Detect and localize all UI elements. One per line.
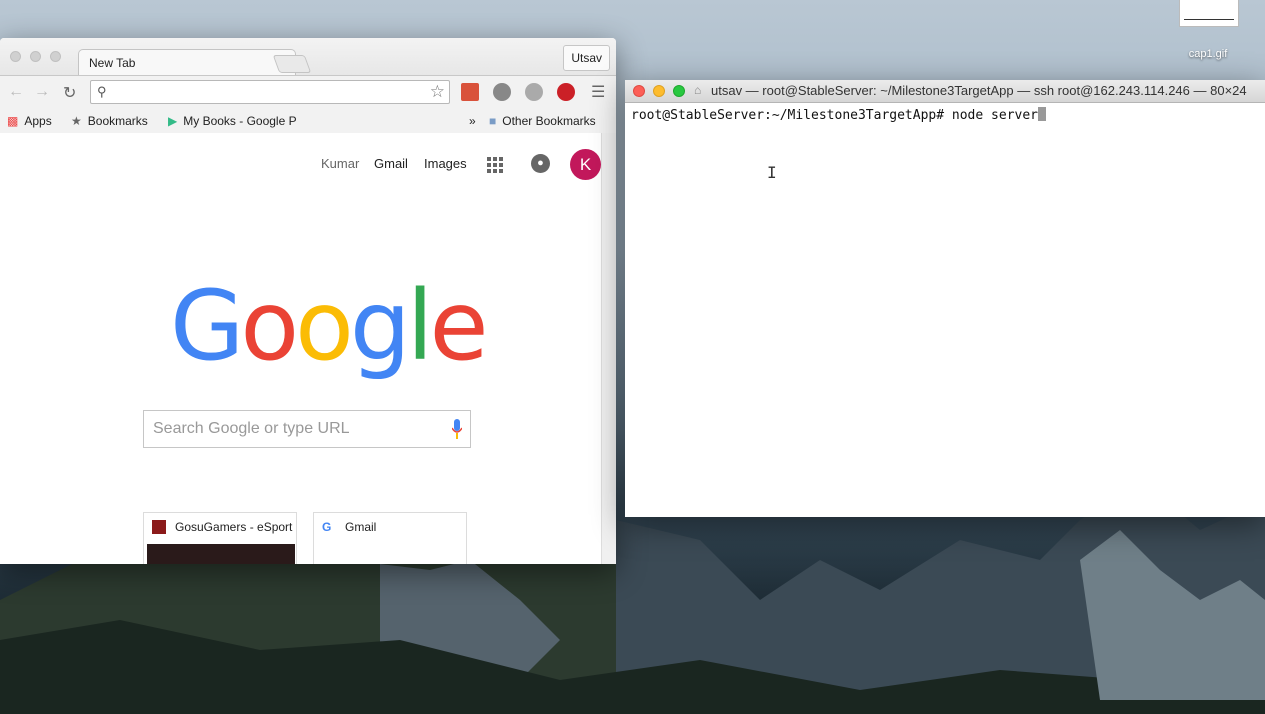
chrome-titlebar: New Tab × Utsav (0, 38, 616, 76)
images-link[interactable]: Images (424, 156, 467, 171)
tile-title: GosuGamers - eSport (175, 520, 293, 534)
zoom-window-button[interactable] (673, 85, 685, 97)
page-scrollbar[interactable] (601, 133, 616, 564)
most-visited-tile[interactable]: GosuGamers - eSport (143, 512, 297, 564)
gmail-link[interactable]: Gmail (374, 156, 408, 171)
logo-letter: o (295, 270, 354, 382)
logo-letter: l (406, 270, 434, 382)
minimize-window-button[interactable] (653, 85, 665, 97)
bookmark-my-books-label: My Books - Google P (183, 114, 297, 128)
bookmark-bookmarks[interactable]: ★ Bookmarks (71, 114, 148, 128)
apps-grid-icon: ▩ (7, 114, 19, 128)
bookmark-bookmarks-label: Bookmarks (87, 114, 148, 128)
google-favicon: G (322, 520, 332, 534)
extension-book-icon[interactable] (461, 83, 479, 101)
folder-icon: ■ (489, 114, 497, 128)
tab-title: New Tab (89, 56, 136, 70)
profile-button[interactable]: Utsav (563, 45, 610, 71)
pinterest-icon[interactable] (557, 83, 575, 101)
extension-hand-icon[interactable] (525, 83, 543, 101)
bookmark-apps-label: Apps (24, 114, 52, 128)
close-window-button[interactable] (10, 51, 21, 62)
gosugamers-favicon (152, 520, 166, 534)
logo-letter: G (170, 270, 244, 382)
desktop-file-label[interactable]: cap1.gif (1172, 48, 1244, 60)
forward-arrow-icon[interactable]: → (34, 83, 50, 101)
bookmark-star-icon[interactable]: ☆ (430, 82, 445, 102)
google-search-box[interactable]: Search Google or type URL (143, 410, 471, 448)
tab-new-tab[interactable]: New Tab × (78, 49, 296, 75)
google-logo: Google (170, 278, 489, 374)
home-folder-icon: ⌂ (694, 83, 702, 97)
back-arrow-icon[interactable]: ← (8, 83, 24, 101)
desktop-file-thumbnail[interactable] (1179, 0, 1239, 27)
user-name-link[interactable]: Kumar (321, 156, 359, 171)
google-apps-icon[interactable] (487, 157, 503, 173)
chrome-window: New Tab × Utsav ← → ↻ ⚲ ☆ ☰ ▩ Apps ★ Bookm… (0, 38, 616, 564)
terminal-output[interactable]: root@StableServer:~/Milestone3TargetApp#… (625, 103, 1265, 127)
extension-film-icon[interactable] (493, 83, 511, 101)
terminal-titlebar: ⌂ utsav — root@StableServer: ~/Milestone… (625, 80, 1265, 103)
logo-letter: g (349, 270, 411, 382)
close-window-button[interactable] (633, 85, 645, 97)
ibeam-cursor-icon: I (767, 163, 777, 182)
search-placeholder: Search Google or type URL (153, 420, 350, 437)
tile-title: Gmail (345, 520, 377, 534)
terminal-title: utsav — root@StableServer: ~/Milestone3T… (711, 83, 1247, 98)
bookmarks-overflow-chevron[interactable]: » (469, 114, 476, 128)
tile-thumbnail (147, 544, 295, 564)
new-tab-button[interactable] (272, 55, 312, 73)
shell-command: node server (951, 108, 1038, 123)
star-icon: ★ (71, 114, 82, 128)
bookmark-other-label: Other Bookmarks (502, 114, 596, 128)
bookmarks-bar: ▩ Apps ★ Bookmarks ▶ My Books - Google P » … (0, 109, 616, 134)
most-visited-tile[interactable]: G Gmail (313, 512, 467, 564)
account-avatar[interactable]: K (570, 149, 601, 180)
chrome-toolbar: ← → ↻ ⚲ ☆ ☰ (0, 76, 616, 109)
shell-prompt: root@StableServer:~/Milestone3TargetApp# (631, 108, 952, 123)
reload-icon[interactable]: ↻ (63, 83, 76, 103)
notifications-bell-icon[interactable]: ● (531, 154, 550, 173)
search-icon: ⚲ (97, 84, 107, 99)
zoom-window-button[interactable] (50, 51, 61, 62)
terminal-window: ⌂ utsav — root@StableServer: ~/Milestone… (625, 80, 1265, 517)
logo-letter: e (429, 270, 488, 382)
bookmark-my-books[interactable]: ▶ My Books - Google P (168, 114, 297, 128)
bookmark-other[interactable]: ■ Other Bookmarks (489, 114, 596, 128)
minimize-window-button[interactable] (30, 51, 41, 62)
logo-letter: o (240, 270, 299, 382)
menu-icon[interactable]: ☰ (591, 82, 605, 102)
text-cursor (1038, 107, 1046, 121)
bookmark-apps[interactable]: ▩ Apps (7, 114, 52, 128)
microphone-icon[interactable] (452, 419, 462, 439)
google-play-icon: ▶ (168, 114, 178, 128)
new-tab-page: Kumar Gmail Images ● K Google Search Goo… (0, 133, 602, 564)
omnibox[interactable]: ⚲ ☆ (90, 80, 450, 104)
